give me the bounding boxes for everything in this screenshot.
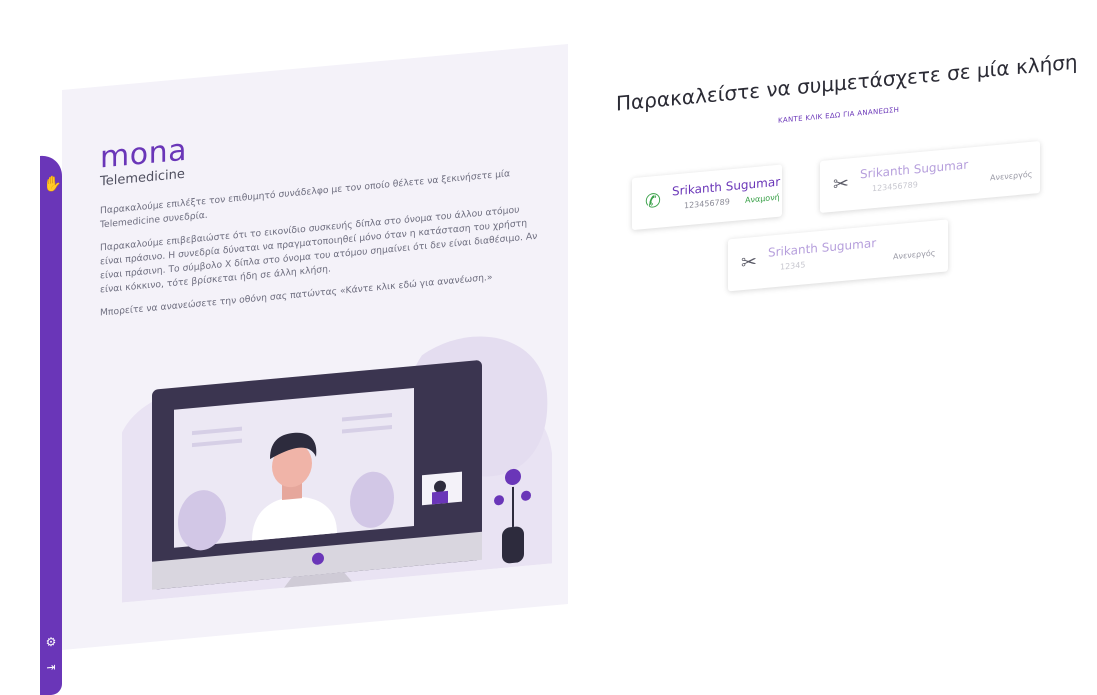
contact-id: 12345 — [780, 260, 806, 272]
brand: mona Telemedicine — [100, 133, 187, 191]
call-panel: Παρακαλείστε να συμμετάσχετε σε μία κλήσ… — [568, 0, 1097, 604]
info-panel: mona Telemedicine Παρακαλούμε επιλέξτε τ… — [62, 43, 568, 650]
contact-status: Ανενεργός — [893, 248, 936, 262]
contact-card-2[interactable]: ✂ Srikanth Sugumar 123456789 Ανενεργός — [820, 140, 1040, 214]
instructions: Παρακαλούμε επιλέξτε τον επιθυμητό συνάδ… — [100, 164, 540, 329]
page: mona Telemedicine Παρακαλούμε επιλέξτε τ… — [0, 0, 1097, 695]
contact-status: Αναμονή — [745, 192, 780, 205]
page-title: Παρακαλείστε να συμμετάσχετε σε μία κλήσ… — [616, 49, 1078, 116]
phone-off-icon: ✂ — [741, 250, 757, 275]
contact-id: 123456789 — [872, 180, 918, 194]
sidebar: ✋ ⚙ ⇥ — [40, 153, 62, 695]
phone-icon: ✆ — [645, 189, 661, 213]
phone-off-icon: ✂ — [833, 172, 849, 196]
contact-name: Srikanth Sugumar — [768, 235, 877, 260]
logout-icon[interactable]: ⇥ — [44, 660, 58, 675]
refresh-link[interactable]: ΚΑΝΤΕ ΚΛΙΚ ΕΔΩ ΓΙΑ ΑΝΑΝΕΩΣΗ — [778, 106, 899, 125]
gear-icon[interactable]: ⚙ — [44, 634, 58, 650]
contact-name: Srikanth Sugumar — [860, 157, 969, 182]
contact-card-3[interactable]: ✂ Srikanth Sugumar 12345 Ανενεργός — [728, 219, 948, 292]
contact-card-1[interactable]: ✆ Srikanth Sugumar 123456789 Αναμονή — [632, 164, 782, 231]
telemedicine-illustration — [122, 336, 552, 603]
hand-wave-icon[interactable]: ✋ — [43, 174, 62, 194]
app-window: mona Telemedicine Παρακαλούμε επιλέξτε τ… — [40, 0, 1097, 695]
contact-status: Ανενεργός — [990, 169, 1033, 183]
contact-id: 123456789 — [684, 197, 730, 211]
